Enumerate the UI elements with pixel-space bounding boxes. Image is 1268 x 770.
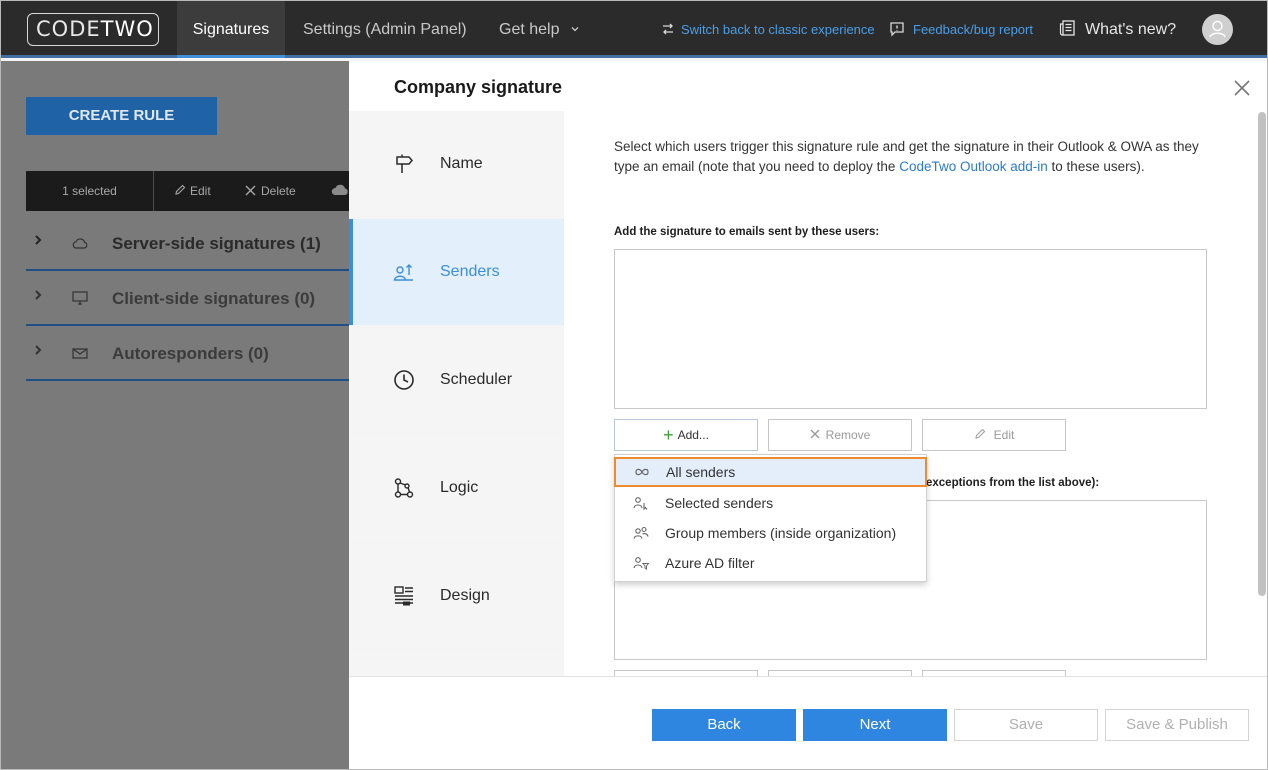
user-avatar[interactable] <box>1202 14 1233 45</box>
chevron-down-icon <box>571 27 579 32</box>
cloud-outline-icon <box>72 238 88 249</box>
switch-classic-link[interactable]: Switch back to classic experience <box>661 1 875 58</box>
step-name[interactable]: Name <box>349 111 564 217</box>
dropdown-item-group-members[interactable]: Group members (inside organization) <box>615 518 926 548</box>
step-design[interactable]: Design <box>349 543 564 649</box>
feedback-link[interactable]: Feedback/bug report <box>889 1 1033 58</box>
step-label: Name <box>440 155 483 172</box>
modal-title: Company signature <box>394 77 563 97</box>
switch-classic-label: Switch back to classic experience <box>681 22 875 37</box>
dropdown-item-azure-ad-filter[interactable]: Azure AD filter <box>615 548 926 578</box>
group-autoresponders[interactable]: Autoresponders (0) <box>26 327 349 381</box>
next-button[interactable]: Next <box>803 709 947 741</box>
whats-new-button[interactable]: What's new? <box>1059 1 1176 58</box>
plus-icon: + <box>663 425 674 445</box>
rule-editor-modal: Company signature Name Senders Scheduler… <box>349 61 1267 769</box>
cloud-action-button[interactable] <box>331 171 349 211</box>
dropdown-item-label: Azure AD filter <box>665 555 755 571</box>
group-label: Client-side signatures (0) <box>112 289 316 308</box>
nav-get-help-label: Get help <box>499 21 560 38</box>
save-button[interactable]: Save <box>954 709 1098 741</box>
group-label: Autoresponders (0) <box>112 344 269 363</box>
exceptions-section-label: exceptions from the list above): <box>926 477 1100 489</box>
codetwo-logo[interactable]: CODETWO <box>27 13 159 46</box>
nav-tab-signatures[interactable]: Signatures <box>177 1 285 58</box>
wizard-steps: Name Senders Scheduler Logic Design <box>349 111 564 729</box>
pencil-icon <box>175 184 186 195</box>
logo-text-two: TWO <box>100 17 154 41</box>
monitor-icon <box>72 291 88 305</box>
clock-icon <box>394 370 414 390</box>
infinity-icon <box>635 468 649 476</box>
chevron-right-icon <box>35 345 42 355</box>
remove-label: Remove <box>825 428 871 442</box>
close-icon[interactable] <box>1233 79 1251 97</box>
users-arrow-icon <box>393 264 413 281</box>
logic-nodes-icon <box>394 478 414 498</box>
intro-text-part: to these users). <box>1047 159 1145 174</box>
selected-count: 1 selected <box>26 171 154 211</box>
user-filter-icon <box>633 557 649 570</box>
back-button[interactable]: Back <box>652 709 796 741</box>
step-label: Senders <box>440 263 500 280</box>
senders-list[interactable] <box>614 249 1207 409</box>
step-scheduler[interactable]: Scheduler <box>349 327 564 433</box>
add-sender-button[interactable]: + Add... <box>614 419 758 451</box>
remove-sender-button[interactable]: Remove <box>768 419 912 451</box>
dropdown-item-label: All senders <box>666 464 736 480</box>
senders-intro-text: Select which users trigger this signatur… <box>614 137 1204 177</box>
add-label: Add... <box>677 428 709 442</box>
user-group-icon <box>633 526 649 539</box>
group-server-side-signatures[interactable]: Server-side signatures (1) <box>26 217 349 271</box>
nav-tab-settings[interactable]: Settings (Admin Panel) <box>303 1 467 58</box>
user-icon <box>1209 20 1226 38</box>
rules-pane: CREATE RULE 1 selected Edit Delete Serve… <box>1 61 349 769</box>
dropdown-item-selected-senders[interactable]: Selected senders <box>615 488 926 518</box>
nav-tab-get-help[interactable]: Get help <box>499 1 580 58</box>
edit-sender-button[interactable]: Edit <box>922 419 1066 451</box>
layout-design-icon <box>394 586 413 606</box>
swap-arrows-icon <box>663 23 673 35</box>
step-label: Scheduler <box>440 371 513 388</box>
mail-reply-icon <box>72 348 88 359</box>
delete-rule-button[interactable]: Delete <box>245 171 296 211</box>
delete-label: Delete <box>261 184 296 198</box>
dropdown-item-label: Group members (inside organization) <box>665 525 897 541</box>
close-icon <box>245 185 256 196</box>
senders-step-content: Select which users trigger this signatur… <box>564 111 1267 729</box>
edit-label: Edit <box>993 428 1015 442</box>
group-client-side-signatures[interactable]: Client-side signatures (0) <box>26 272 349 326</box>
signpost-icon <box>396 154 413 173</box>
rules-toolbar: 1 selected Edit Delete <box>26 171 349 211</box>
senders-section-label: Add the signature to emails sent by thes… <box>614 226 880 238</box>
close-icon <box>810 429 820 439</box>
top-navigation-bar: CODETWO Signatures Settings (Admin Panel… <box>1 1 1267 58</box>
pencil-icon <box>974 428 985 439</box>
chevron-right-icon <box>35 290 42 300</box>
cloud-icon <box>331 184 348 195</box>
app-window: CODETWO Signatures Settings (Admin Panel… <box>0 0 1268 770</box>
outlook-addin-link[interactable]: CodeTwo Outlook add-in <box>899 159 1048 174</box>
dropdown-item-all-senders[interactable]: All senders <box>614 457 927 487</box>
feedback-label: Feedback/bug report <box>913 22 1033 37</box>
step-label: Logic <box>440 479 479 496</box>
save-publish-button[interactable]: Save & Publish <box>1105 709 1249 741</box>
add-senders-dropdown: All senders Selected senders Group membe… <box>614 454 927 582</box>
create-rule-button[interactable]: CREATE RULE <box>26 97 217 135</box>
whats-new-label: What's new? <box>1085 21 1177 38</box>
content-scrollbar[interactable] <box>1258 112 1266 596</box>
step-senders[interactable]: Senders <box>349 219 564 325</box>
group-label: Server-side signatures (1) <box>112 234 321 253</box>
dropdown-item-label: Selected senders <box>665 495 774 511</box>
step-logic[interactable]: Logic <box>349 435 564 541</box>
chevron-right-icon <box>35 235 42 245</box>
modal-footer: Back Next Save Save & Publish <box>349 676 1267 769</box>
news-icon <box>1059 20 1075 36</box>
step-label: Design <box>440 587 490 604</box>
edit-rule-button[interactable]: Edit <box>174 171 211 211</box>
feedback-icon <box>890 22 904 37</box>
user-cursor-icon <box>633 497 648 510</box>
edit-label: Edit <box>190 184 211 198</box>
logo-text-code: CODE <box>36 17 101 41</box>
